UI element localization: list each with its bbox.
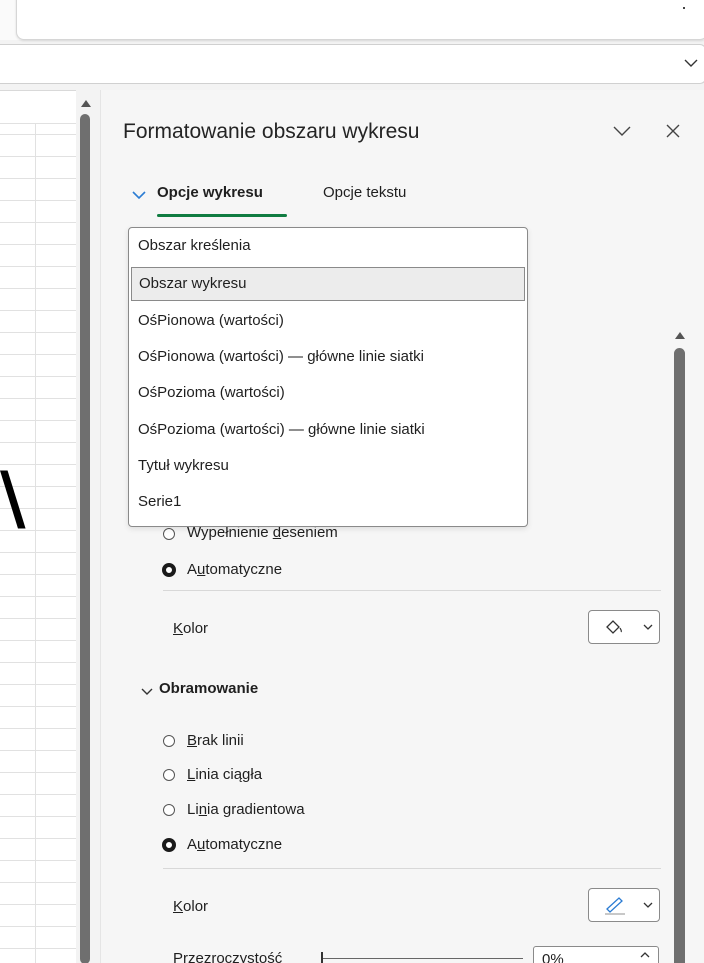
border-color-button[interactable]: [588, 888, 660, 922]
label-text: Li: [187, 801, 199, 818]
scrollbar-thumb[interactable]: [674, 348, 685, 963]
pane-title: Formatowanie obszaru wykresu: [123, 120, 420, 143]
format-chart-area-pane: Formatowanie obszaru wykresu Opcje wykre…: [100, 90, 704, 963]
radio-automatic-line[interactable]: [162, 838, 176, 852]
pane-scrollbar[interactable]: [671, 326, 689, 963]
chevron-down-icon: [643, 624, 653, 630]
pen-icon: [605, 897, 625, 915]
label-text: rak linii: [197, 732, 244, 749]
border-color-label: Kolor: [173, 898, 208, 915]
label-accel: B: [187, 732, 198, 749]
grid-header-row: [0, 91, 76, 124]
radio-gradient-line[interactable]: [163, 804, 175, 816]
chevron-down-icon: [643, 902, 653, 908]
section-border-title[interactable]: Obramowanie: [159, 680, 258, 697]
option-gradient-line[interactable]: Linia gradientowa: [187, 801, 305, 818]
dropdown-item-series1[interactable]: Serie1: [131, 485, 525, 519]
dropdown-item-chart-area[interactable]: Obszar wykresu: [131, 267, 525, 301]
scroll-up-arrow-icon[interactable]: [80, 98, 92, 108]
transparency-label: Przezroczystość: [173, 950, 283, 963]
close-icon[interactable]: [664, 122, 682, 140]
tab-chart-options[interactable]: Opcje wykresu: [157, 184, 263, 201]
label-text: olor: [183, 620, 209, 637]
dropdown-item-plot-area[interactable]: Obszar kreślenia: [131, 229, 525, 263]
label-accel: n: [198, 801, 208, 818]
chevron-down-icon[interactable]: [681, 53, 701, 73]
label-text: A: [187, 561, 198, 578]
transparency-input[interactable]: 0%: [533, 946, 659, 963]
chevron-down-icon[interactable]: [141, 686, 153, 696]
dot-icon: [683, 7, 685, 9]
chevron-down-icon[interactable]: [131, 189, 147, 201]
transparency-slider[interactable]: [323, 958, 523, 959]
option-solid-line[interactable]: Linia ciągła: [187, 766, 262, 783]
radio-no-line[interactable]: [163, 735, 175, 747]
paint-bucket-icon: [606, 620, 623, 634]
option-no-line[interactable]: Brak linii: [187, 732, 244, 749]
formula-bar[interactable]: [0, 44, 704, 84]
fill-color-button[interactable]: [588, 610, 660, 644]
dropdown-item-chart-title[interactable]: Tytuł wykresu: [131, 449, 525, 483]
fill-color-label: Kolor: [173, 620, 208, 637]
label-text: ia gradientowa: [207, 801, 305, 818]
worksheet-scrollbar[interactable]: [76, 90, 96, 963]
label-text: tomatyczne: [205, 561, 283, 578]
label-text: tomatyczne: [205, 836, 283, 853]
radio-pattern-fill[interactable]: [163, 528, 175, 540]
label-text: olor: [183, 898, 209, 915]
worksheet-grid[interactable]: \: [0, 90, 76, 963]
dropdown-item-horizontal-axis[interactable]: OśPozioma (wartości): [131, 376, 525, 410]
spinner-up-icon[interactable]: [640, 951, 650, 959]
label-text: inia ciągła: [195, 766, 263, 783]
label-accel: K: [173, 620, 184, 637]
excel-window: \ Formatowanie obszaru wykresu Opcje wyk…: [0, 0, 704, 963]
chart-elements-dropdown[interactable]: Obszar kreślenia Obszar wykresu OśPionow…: [128, 227, 528, 527]
tab-text-options[interactable]: Opcje tekstu: [323, 184, 406, 201]
label-accel: K: [173, 898, 184, 915]
divider: [163, 868, 661, 869]
scroll-up-arrow-icon[interactable]: [674, 330, 686, 340]
scrollbar-thumb[interactable]: [80, 114, 90, 963]
pane-options-chevron-icon[interactable]: [612, 124, 632, 138]
cell-glyph: \: [0, 457, 26, 539]
transparency-value: 0%: [542, 951, 564, 963]
divider: [163, 590, 661, 591]
option-automatic-line[interactable]: Automatyczne: [187, 836, 282, 853]
active-tab-indicator: [157, 214, 287, 217]
label-text: A: [187, 836, 198, 853]
radio-automatic-fill[interactable]: [162, 563, 176, 577]
top-search-field[interactable]: [16, 0, 704, 40]
dropdown-item-vertical-axis[interactable]: OśPionowa (wartości): [131, 304, 525, 338]
dropdown-item-horizontal-gridlines[interactable]: OśPozioma (wartości) — główne linie siat…: [131, 413, 525, 447]
radio-solid-line[interactable]: [163, 769, 175, 781]
option-automatic-fill[interactable]: Automatyczne: [187, 561, 282, 578]
dropdown-item-vertical-gridlines[interactable]: OśPionowa (wartości) — główne linie siat…: [131, 340, 525, 374]
